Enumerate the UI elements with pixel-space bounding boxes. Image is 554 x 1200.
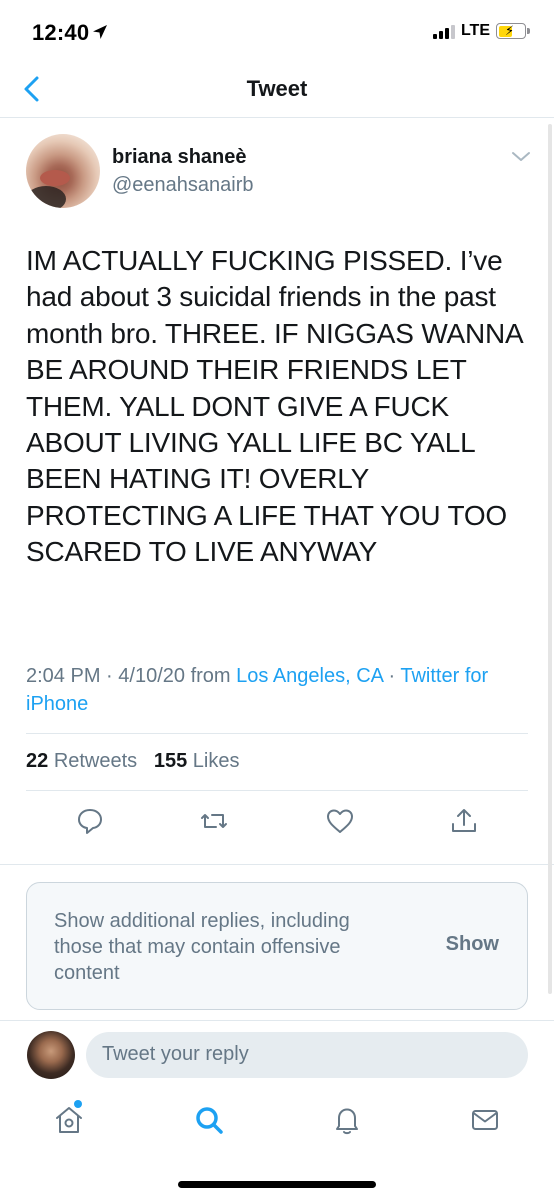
likes-label: Likes (192, 750, 240, 772)
retweet-icon[interactable] (199, 806, 229, 836)
status-bar: 12:40 LTE ⚡ (0, 0, 554, 60)
reply-input[interactable]: Tweet your reply (86, 1032, 528, 1078)
divider (26, 790, 528, 791)
messages-icon[interactable] (469, 1104, 501, 1136)
network-label: LTE (460, 22, 490, 39)
status-indicators: LTE ⚡ (432, 22, 530, 40)
battery-icon: ⚡ (496, 23, 530, 39)
tweet-date: 4/10/20 (118, 665, 186, 687)
tab-bar (0, 1096, 554, 1152)
meta-separator-2: · (388, 665, 396, 687)
location-arrow-icon (93, 25, 107, 39)
section-divider (0, 864, 554, 865)
new-content-dot (74, 1100, 82, 1108)
tweet-text: IM ACTUALLY FUCKING PISSED. I’ve had abo… (26, 245, 522, 568)
show-replies-button[interactable]: Show (446, 933, 499, 956)
page-title: Tweet (246, 76, 308, 101)
home-indicator[interactable] (178, 1181, 376, 1188)
tweet-meta: 2:04 PM · 4/10/20 from Los Angeles, CA ·… (26, 662, 526, 718)
tweet-time: 2:04 PM (26, 665, 101, 687)
notifications-icon[interactable] (331, 1104, 363, 1136)
meta-separator: · (106, 665, 113, 687)
likes-stat[interactable]: 155 Likes (154, 750, 240, 772)
chevron-down-icon[interactable] (510, 150, 532, 164)
tweet-stats: 22 Retweets 155 Likes (26, 750, 240, 773)
retweets-count: 22 (26, 750, 49, 772)
like-icon[interactable] (325, 806, 355, 836)
author-display-name[interactable]: briana shaneè (112, 146, 247, 169)
likes-count: 155 (153, 750, 188, 772)
author-avatar[interactable] (26, 134, 100, 208)
search-icon[interactable] (193, 1104, 225, 1136)
from-label: from (190, 665, 231, 687)
reply-placeholder: Tweet your reply (102, 1043, 249, 1065)
divider (26, 733, 528, 734)
scrollbar[interactable] (548, 124, 552, 994)
user-avatar[interactable] (27, 1031, 75, 1079)
retweets-stat[interactable]: 22 Retweets (26, 750, 137, 772)
status-time: 12:40 (32, 20, 90, 45)
tweet-location-link[interactable]: Los Angeles, CA (236, 665, 383, 687)
reply-icon[interactable] (75, 806, 105, 836)
share-icon[interactable] (449, 806, 479, 836)
tweet-actions (0, 806, 554, 840)
author-handle[interactable]: @eenahsanairb (112, 174, 254, 197)
section-divider (0, 1020, 554, 1021)
notice-text: Show additional replies, including those… (54, 910, 350, 984)
nav-bar: Tweet (0, 60, 554, 118)
additional-replies-notice: Show additional replies, including those… (26, 882, 528, 1010)
signal-icon (432, 23, 455, 39)
retweets-label: Retweets (53, 750, 138, 772)
home-icon[interactable] (53, 1104, 85, 1136)
